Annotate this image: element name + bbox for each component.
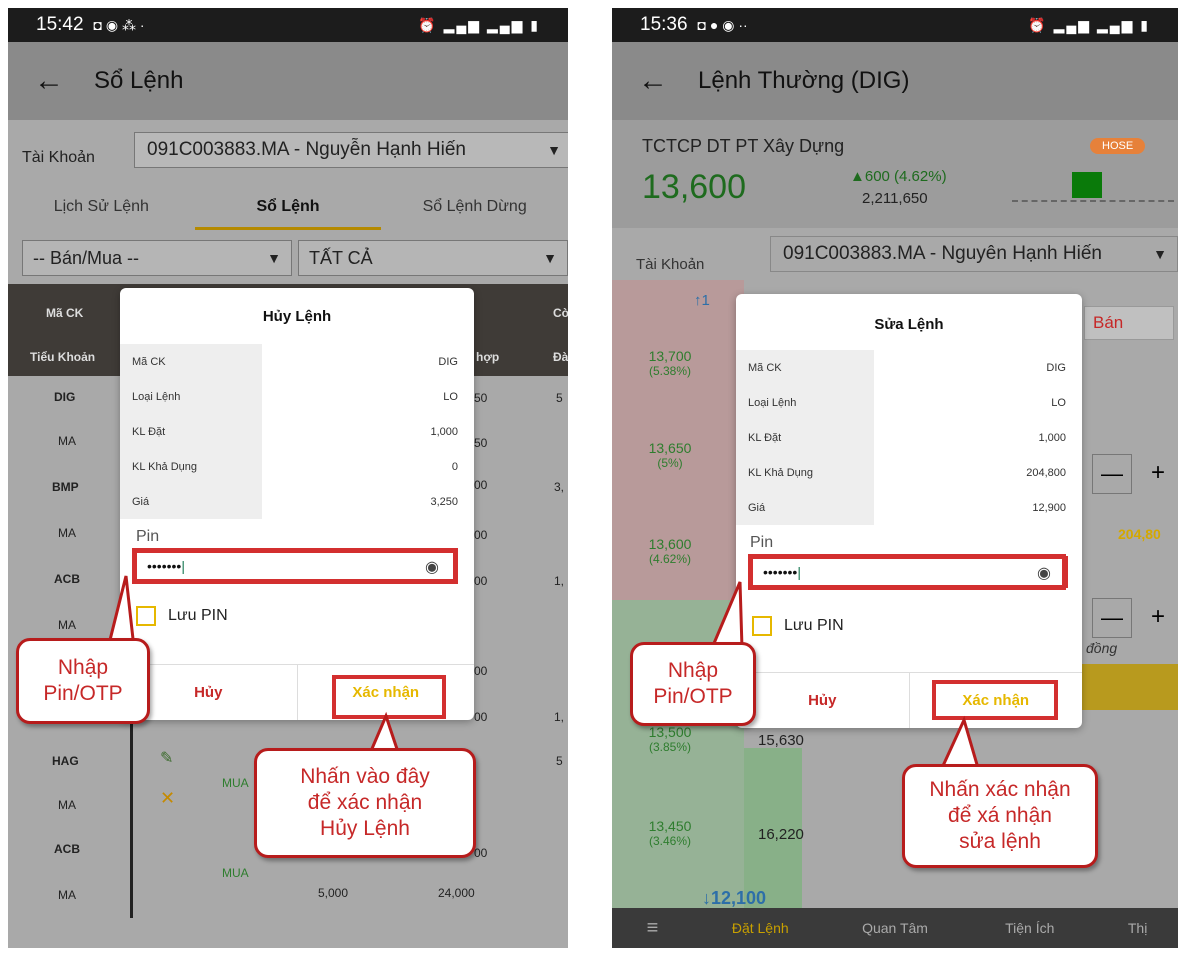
left-phone-screen: 15:42 ◘ ◉ ⁂ · ⏰ ▂▄▆ ▂▄▆ ▮ ← Sổ Lệnh Tài … — [8, 8, 568, 948]
callout-enter-pin: Nhập Pin/OTP — [16, 638, 150, 724]
callout-confirm-cancel: Nhấn vào đây để xác nhận Hủy Lệnh — [254, 748, 476, 858]
right-phone-screen: 15:36 ◘ ● ◉ ·· ⏰ ▂▄▆ ▂▄▆ ▮ ← Lệnh Thường… — [612, 8, 1178, 948]
callout-confirm-edit: Nhấn xác nhận để xá nhận sửa lệnh — [902, 764, 1098, 868]
callout-enter-pin: Nhập Pin/OTP — [630, 642, 756, 726]
